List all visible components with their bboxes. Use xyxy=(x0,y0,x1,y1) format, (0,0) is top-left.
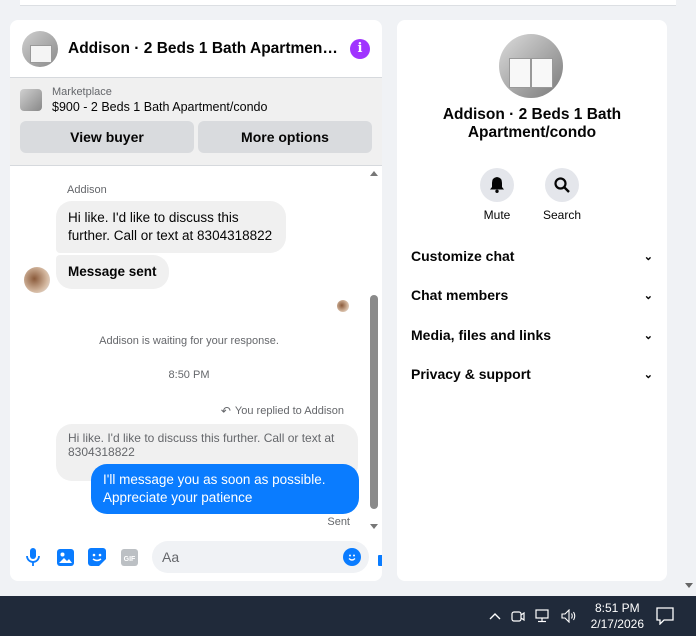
mute-label: Mute xyxy=(483,208,511,222)
volume-icon[interactable] xyxy=(561,609,577,623)
message-timestamp: 8:50 PM xyxy=(168,369,210,381)
menu-label: Privacy & support xyxy=(411,366,531,382)
mute-button[interactable]: Mute xyxy=(467,168,527,222)
chat-title[interactable]: Addison · 2 Beds 1 Bath Apartment/condo xyxy=(68,40,342,58)
incoming-message[interactable]: Hi like. I'd like to discuss this furthe… xyxy=(56,201,286,253)
menu-customize-chat[interactable]: Customize chat ⌄ xyxy=(411,248,653,264)
scroll-down-arrow-icon[interactable] xyxy=(370,524,378,529)
chevron-down-icon: ⌄ xyxy=(643,289,653,302)
reply-context-label: You replied to Addison xyxy=(234,405,344,417)
composer: GIF xyxy=(10,537,382,577)
message-input-wrapper xyxy=(152,541,369,573)
menu-chat-members[interactable]: Chat members ⌄ xyxy=(411,287,653,303)
svg-text:GIF: GIF xyxy=(123,556,135,563)
conversation-name: Addison · 2 Beds 1 Bath Apartment/condo xyxy=(442,106,622,141)
sticker-icon[interactable] xyxy=(86,546,108,568)
incoming-message[interactable]: Message sent xyxy=(56,255,169,289)
menu-privacy-support[interactable]: Privacy & support ⌄ xyxy=(411,366,653,382)
view-buyer-button[interactable]: View buyer xyxy=(20,121,194,153)
info-icon[interactable]: i xyxy=(350,38,370,59)
notification-icon[interactable] xyxy=(656,607,674,625)
chat-header: Addison · 2 Beds 1 Bath Apartment/condo … xyxy=(10,20,382,78)
taskbar-clock[interactable]: 8:51 PM 2/17/2026 xyxy=(591,600,644,632)
menu-label: Media, files and links xyxy=(411,327,552,343)
menu-label: Chat members xyxy=(411,287,509,303)
gif-icon[interactable]: GIF xyxy=(118,546,140,568)
marketplace-label: Marketplace xyxy=(52,86,112,98)
conversation-info-panel: Addison · 2 Beds 1 Bath Apartment/condo … xyxy=(397,20,667,581)
outgoing-message[interactable]: I'll message you as soon as possible. Ap… xyxy=(91,464,359,514)
more-options-button[interactable]: More options xyxy=(198,121,372,153)
bell-icon[interactable] xyxy=(480,168,514,202)
message-list: Addison Hi like. I'd like to discuss thi… xyxy=(10,167,382,532)
taskbar: 8:51 PM 2/17/2026 xyxy=(0,596,696,636)
emoji-icon[interactable] xyxy=(343,548,361,566)
reply-arrow-icon: ↶ xyxy=(220,404,231,418)
chevron-down-icon: ⌄ xyxy=(643,250,653,263)
listing-title[interactable]: $900 - 2 Beds 1 Bath Apartment/condo xyxy=(52,100,267,114)
chevron-down-icon: ⌄ xyxy=(643,368,653,381)
clock-time: 8:51 PM xyxy=(594,601,640,615)
marketplace-banner: Marketplace $900 - 2 Beds 1 Bath Apartme… xyxy=(10,78,382,166)
sender-name: Addison xyxy=(67,184,107,196)
search-conversation-button[interactable]: Search xyxy=(532,168,592,222)
chevron-down-icon: ⌄ xyxy=(643,329,653,342)
waiting-notice: Addison is waiting for your response. xyxy=(99,335,279,347)
thumbs-up-icon[interactable] xyxy=(377,546,382,568)
page-scroll-down-icon[interactable] xyxy=(685,583,693,588)
menu-label: Customize chat xyxy=(411,248,515,264)
microphone-icon[interactable] xyxy=(22,546,44,568)
system-tray: 8:51 PM 2/17/2026 xyxy=(489,596,696,636)
message-scrollbar[interactable] xyxy=(369,167,379,529)
top-frame-edge xyxy=(20,0,676,6)
sender-avatar[interactable] xyxy=(24,267,50,293)
photo-icon[interactable] xyxy=(54,546,76,568)
clock-date: 2/17/2026 xyxy=(590,617,644,631)
menu-media-files-links[interactable]: Media, files and links ⌄ xyxy=(411,327,653,343)
reply-context: ↶ You replied to Addison xyxy=(221,404,344,418)
meet-now-icon[interactable] xyxy=(511,609,525,623)
seen-indicator-avatar xyxy=(337,300,349,312)
listing-thumbnail[interactable] xyxy=(20,89,42,111)
scroll-up-arrow-icon[interactable] xyxy=(370,171,378,176)
show-hidden-icons-chevron-icon[interactable] xyxy=(489,612,501,620)
message-input[interactable] xyxy=(162,549,343,565)
listing-avatar[interactable] xyxy=(22,30,58,67)
search-label: Search xyxy=(542,208,582,222)
scrollbar-thumb[interactable] xyxy=(370,295,378,509)
network-icon[interactable] xyxy=(535,609,551,623)
chat-panel: Addison · 2 Beds 1 Bath Apartment/condo … xyxy=(10,20,382,581)
search-icon[interactable] xyxy=(545,168,579,202)
sent-status: Sent xyxy=(327,516,350,528)
conversation-avatar[interactable] xyxy=(499,34,563,98)
